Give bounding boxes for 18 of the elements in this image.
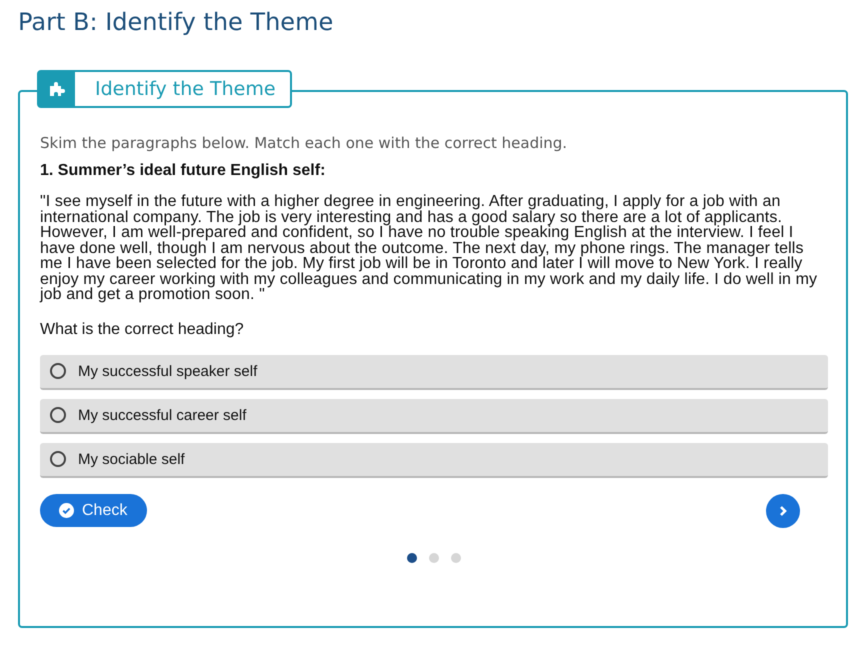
passage-text: "I see myself in the future with a higher degree in engineering. After graduating, I apply for a job with an international company. The job is very interesting and has a good salary so there are a lot of applicants. However, I am well-prepared and confident, so I have no trouble speaking English at the interview. I feel I have done well, though I am nervous about the outcome. The next day, my phone rings. The manager tells me I have been selected for the job. My first job will be in Toronto and later I will move to New York. I really enjoy my career working with my colleagues and communicating in my work and my daily life. I do well in my job and get a promotion soon. "	[40, 194, 818, 302]
answer-option[interactable]: My sociable self	[40, 442, 828, 478]
page-indicator-dot[interactable]	[429, 552, 439, 562]
next-button[interactable]	[766, 494, 800, 528]
instruction-text: Skim the paragraphs below. Match each one with the correct heading.	[40, 134, 568, 152]
answer-option[interactable]: My successful speaker self	[40, 354, 828, 390]
check-button[interactable]: Check	[40, 494, 148, 527]
radio-button[interactable]	[50, 407, 66, 423]
check-circle-icon	[59, 503, 74, 518]
radio-button[interactable]	[50, 451, 66, 467]
activity-title: Identify the Theme	[94, 77, 277, 102]
page-indicator-dot[interactable]	[451, 552, 461, 562]
radio-button[interactable]	[50, 363, 66, 379]
question-title: 1. Summer’s ideal future English self:	[40, 162, 326, 180]
page-title: Part B: Identify the Theme	[18, 8, 334, 38]
page-indicator-dot[interactable]	[407, 552, 417, 562]
answer-option[interactable]: My successful career self	[40, 398, 828, 434]
question-prompt: What is the correct heading?	[40, 320, 245, 338]
